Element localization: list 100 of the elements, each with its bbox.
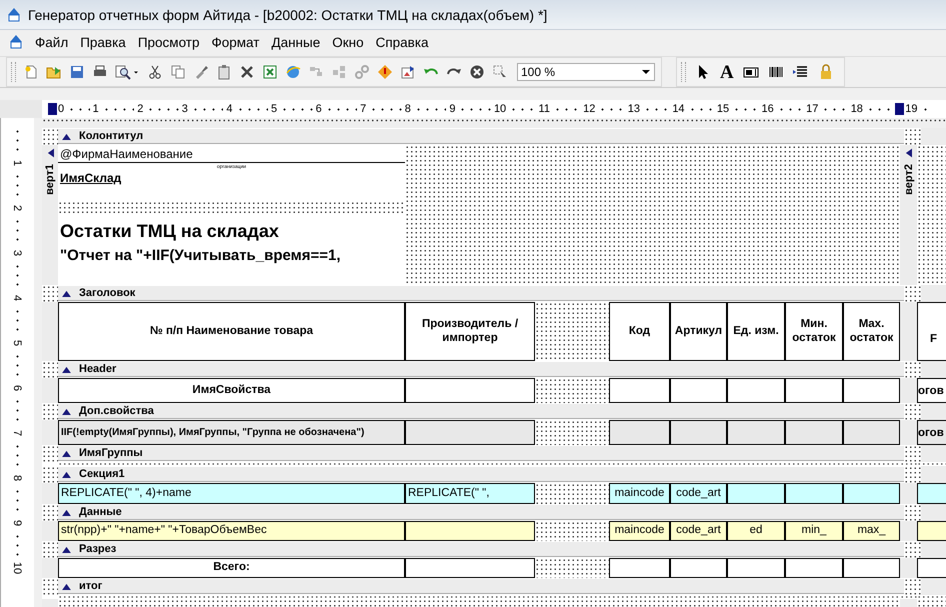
table-cell[interactable]: F <box>917 302 946 361</box>
table-cell[interactable] <box>843 378 900 403</box>
menu-item[interactable]: Правка <box>79 34 127 50</box>
table-cell[interactable]: code_art <box>670 483 727 504</box>
menu-item[interactable]: Справка <box>374 34 430 50</box>
margin-marker[interactable] <box>895 103 904 115</box>
collapse-icon[interactable] <box>62 408 71 414</box>
table-cell[interactable]: Ед. изм. <box>727 302 785 361</box>
warehouse-field[interactable]: ИмяСклад <box>58 171 405 201</box>
date-expression[interactable]: "Отчет на "+IIF(Учитывать_время==1, <box>58 247 405 285</box>
globe-icon[interactable] <box>285 64 301 80</box>
table-cell[interactable]: Мин. остаток <box>785 302 843 361</box>
table-cell[interactable]: IIF(!empty(ИмяГруппы), ИмяГруппы, "Группа не обозначена") <box>58 420 405 445</box>
company-field[interactable]: @ФирмаНаименование <box>58 145 405 163</box>
table-cell[interactable] <box>609 558 670 578</box>
table-cell[interactable] <box>727 378 785 403</box>
table-cell[interactable] <box>727 420 785 445</box>
table-cell[interactable] <box>609 420 670 445</box>
table-cell[interactable] <box>843 558 900 578</box>
table-cell[interactable] <box>843 420 900 445</box>
table-cell[interactable]: maincode <box>609 521 670 541</box>
collapse-icon[interactable] <box>62 470 71 478</box>
band-header[interactable]: Header <box>58 362 904 377</box>
menu-item[interactable]: Данные <box>270 34 322 50</box>
menu-item[interactable]: Просмотр <box>136 34 200 50</box>
close-icon[interactable] <box>239 64 255 80</box>
band-header[interactable]: Секция1 <box>58 467 904 482</box>
table-cell[interactable]: maincode <box>609 483 670 504</box>
table-cell[interactable] <box>405 521 535 541</box>
barcode-icon[interactable] <box>768 64 784 80</box>
spreadsheet-icon[interactable] <box>262 64 278 80</box>
band-header[interactable]: Разрез <box>58 542 904 557</box>
table-cell[interactable] <box>843 483 900 504</box>
table-cell[interactable] <box>727 558 785 578</box>
table-cell[interactable] <box>670 378 727 403</box>
app-icon[interactable] <box>8 34 24 50</box>
table-cell[interactable]: ed <box>727 521 785 541</box>
report-title[interactable]: Остатки ТМЦ на складах <box>58 215 405 247</box>
table-cell[interactable]: № п/п Наименование товара <box>58 302 405 361</box>
menu-item[interactable]: Формат <box>210 34 260 50</box>
magnifier-icon[interactable] <box>115 64 131 80</box>
scissors-icon[interactable] <box>147 64 163 80</box>
collapse-icon[interactable] <box>62 508 71 516</box>
band-header[interactable]: Колонтитул <box>58 129 904 144</box>
margin-marker[interactable] <box>48 103 57 115</box>
warning-icon[interactable] <box>377 64 393 80</box>
table-cell[interactable]: огов <box>917 420 946 445</box>
table-cell[interactable]: Производитель / импортер <box>405 302 535 361</box>
table-cell[interactable] <box>785 420 843 445</box>
copy-icon[interactable] <box>170 64 186 80</box>
new-file-icon[interactable] <box>23 64 39 80</box>
table-cell[interactable]: Код <box>609 302 670 361</box>
text-tool-button[interactable]: A <box>720 62 734 82</box>
band-header[interactable]: итог <box>58 579 904 594</box>
table-cell[interactable] <box>670 420 727 445</box>
collapse-icon[interactable] <box>62 290 71 296</box>
menu-item[interactable]: Окно <box>331 34 365 50</box>
table-cell[interactable] <box>917 558 946 578</box>
table-cell[interactable]: min_ <box>785 521 843 541</box>
table-cell[interactable]: REPLICATE(" ", <box>405 483 535 504</box>
table-cell[interactable]: ИмяСвойства <box>58 378 405 403</box>
collapse-icon[interactable] <box>62 582 71 590</box>
toolbar-grip[interactable] <box>11 62 16 82</box>
table-cell[interactable] <box>785 483 843 504</box>
band-header[interactable]: Данные <box>58 505 904 520</box>
table-cell[interactable]: Всего: <box>58 558 405 578</box>
band-header[interactable]: ИмяГруппы <box>58 446 904 461</box>
stop-icon[interactable] <box>469 64 485 80</box>
table-cell[interactable] <box>670 558 727 578</box>
table-cell[interactable] <box>609 378 670 403</box>
list-icon[interactable] <box>792 64 809 80</box>
collapse-icon[interactable] <box>62 546 71 552</box>
table-cell[interactable]: max_ <box>843 521 900 541</box>
table-cell[interactable]: REPLICATE(" ", 4)+name <box>58 483 405 504</box>
save-icon[interactable] <box>69 64 85 80</box>
collapse-icon[interactable] <box>905 148 912 158</box>
collapse-icon[interactable] <box>62 366 71 372</box>
menu-item[interactable]: Файл <box>34 34 70 50</box>
table-cell[interactable] <box>785 558 843 578</box>
table-cell[interactable] <box>727 483 785 504</box>
table-cell[interactable] <box>405 378 535 403</box>
toolbar-grip[interactable] <box>681 62 686 82</box>
cursor-select-icon[interactable] <box>492 64 508 80</box>
table-cell[interactable] <box>785 378 843 403</box>
table-cell[interactable] <box>405 420 535 445</box>
table-cell[interactable] <box>405 558 535 578</box>
table-cell[interactable]: Max. остаток <box>843 302 900 361</box>
open-folder-icon[interactable] <box>46 64 62 80</box>
clipboard-icon[interactable] <box>216 64 232 80</box>
table-cell[interactable]: Артикул <box>670 302 727 361</box>
band-header[interactable]: Заголовок <box>58 286 904 301</box>
table-cell[interactable]: code_art <box>670 521 727 541</box>
table-cell[interactable]: огов <box>917 378 946 403</box>
zoom-dropdown[interactable]: 100 % <box>517 63 655 81</box>
table-cell[interactable] <box>917 521 946 541</box>
table-cell[interactable] <box>917 483 946 504</box>
picture-edit-icon[interactable] <box>400 64 416 80</box>
table-cell[interactable]: str(npp)+" "+name+" "+ТоварОбъемВес <box>58 521 405 541</box>
band-header[interactable]: Доп.свойства <box>58 404 904 419</box>
collapse-icon[interactable] <box>62 450 71 456</box>
